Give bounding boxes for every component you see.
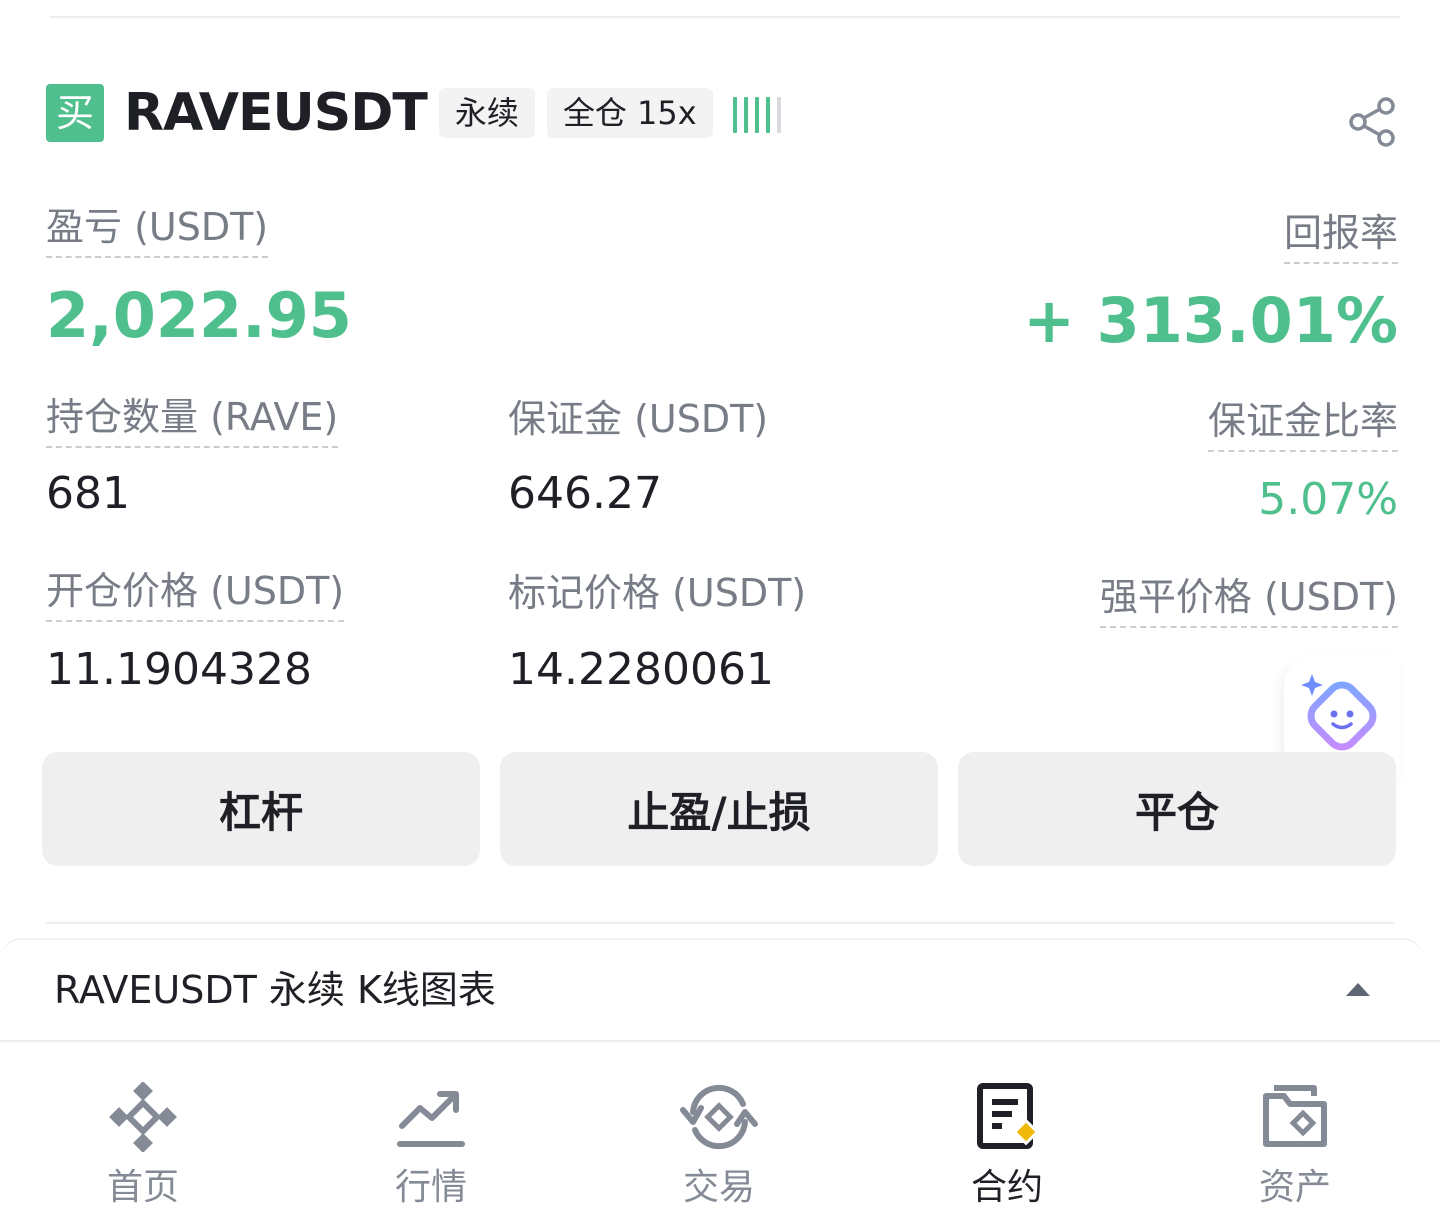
nav-markets-label: 行情	[394, 1167, 467, 1208]
signal-strength-icon	[732, 93, 781, 133]
binance-logo-icon	[109, 1082, 177, 1152]
pnl-label[interactable]: 盈亏 (USDT)	[46, 208, 269, 258]
nav-trade-label: 交易	[682, 1167, 755, 1208]
share-icon[interactable]	[1346, 96, 1398, 148]
position-size-value: 681	[46, 468, 130, 519]
nav-home-label: 首页	[106, 1167, 179, 1208]
roi-label[interactable]: 回报率	[1283, 214, 1398, 264]
section-divider	[46, 922, 1394, 924]
contract-document-icon	[977, 1083, 1040, 1149]
margin-value: 646.27	[508, 468, 662, 519]
leverage-button[interactable]: 杠杆	[42, 752, 480, 866]
nav-assets-label: 资产	[1258, 1167, 1331, 1208]
kline-chart-title: RAVEUSDT 永续 K线图表	[54, 968, 496, 1012]
margin-ratio-label[interactable]: 保证金比率	[1207, 402, 1398, 452]
trend-chart-icon	[397, 1091, 465, 1147]
pnl-value: 2,022.95	[46, 279, 352, 352]
bottom-nav: 首页 行情 交易 合约 资产	[0, 1040, 1440, 1217]
buy-side-badge: 买	[46, 84, 104, 142]
position-card-screen: 买 RAVEUSDT 永续 全仓 15x 盈亏 (USDT) 2,022.95 …	[0, 0, 1440, 1217]
nav-assets[interactable]: 资产	[1195, 1042, 1395, 1217]
top-divider	[50, 16, 1400, 18]
nav-futures[interactable]: 合约	[907, 1042, 1107, 1217]
position-header: 买 RAVEUSDT 永续 全仓 15x	[46, 84, 781, 142]
tp-sl-button[interactable]: 止盈/止损	[500, 752, 938, 866]
mark-price-value: 14.2280061	[508, 644, 774, 695]
wallet-icon	[1263, 1085, 1327, 1147]
nav-home[interactable]: 首页	[43, 1042, 243, 1217]
nav-futures-label: 合约	[970, 1167, 1043, 1208]
nav-trade[interactable]: 交易	[619, 1042, 819, 1217]
mark-price-label: 标记价格 (USDT)	[508, 571, 807, 615]
liquidation-price-label[interactable]: 强平价格 (USDT)	[1099, 578, 1398, 628]
nav-markets[interactable]: 行情	[331, 1042, 531, 1217]
symbol-name[interactable]: RAVEUSDT	[124, 87, 428, 139]
margin-label: 保证金 (USDT)	[508, 397, 769, 441]
margin-mode-tag: 全仓 15x	[546, 88, 713, 138]
position-size-label[interactable]: 持仓数量 (RAVE)	[46, 398, 339, 448]
close-position-button[interactable]: 平仓	[958, 752, 1396, 866]
ai-assistant-icon	[1301, 674, 1377, 751]
roi-value: + 313.01%	[1023, 284, 1398, 357]
kline-chart-toggle[interactable]: RAVEUSDT 永续 K线图表	[0, 938, 1424, 1040]
entry-price-label[interactable]: 开仓价格 (USDT)	[46, 572, 345, 622]
contract-type-tag: 永续	[438, 88, 535, 138]
caret-up-icon[interactable]	[1344, 980, 1372, 998]
margin-ratio-value: 5.07%	[1258, 474, 1398, 525]
entry-price-value: 11.1904328	[46, 644, 312, 695]
swap-exchange-icon	[680, 1084, 758, 1150]
